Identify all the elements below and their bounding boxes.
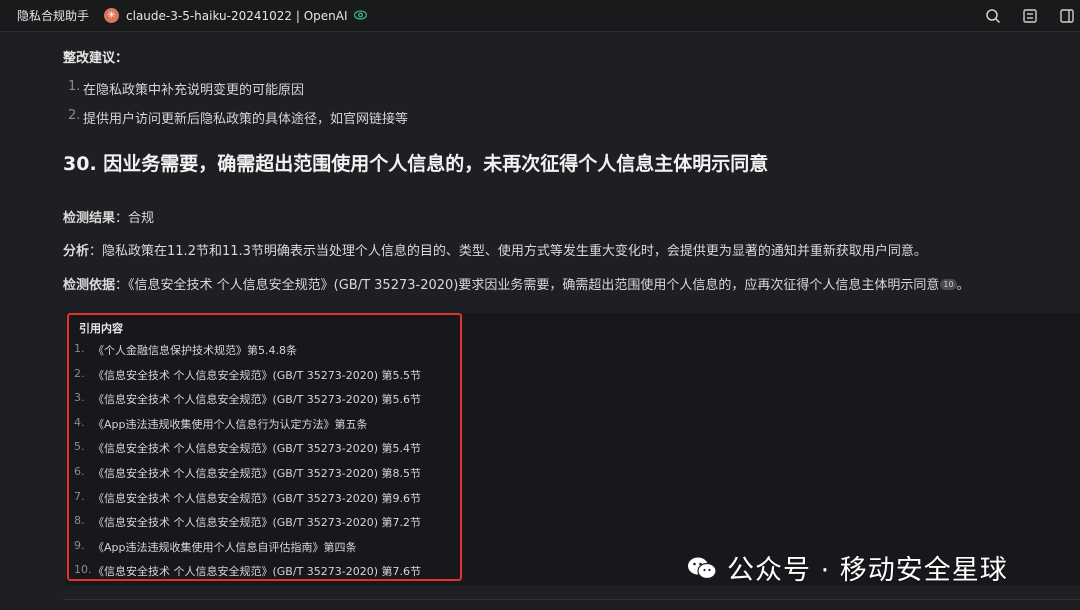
- section-heading: 30. 因业务需要，确需超出范围使用个人信息的，未再次征得个人信息主体明示同意: [63, 153, 769, 175]
- references-highlight-box: 引用内容 1. 《个人金融信息保护技术规范》第5.4.8条 2. 《信息安全技术 个…: [67, 313, 462, 581]
- result-value: ：合规: [115, 211, 155, 226]
- top-bar: 隐私合规助手 ✳ claude-3-5-haiku-20241022 | Ope…: [0, 0, 1080, 32]
- citation-badge[interactable]: 10: [940, 279, 957, 290]
- reference-item[interactable]: 4. 《App违法违规收集使用个人信息行为认定方法》第五条: [74, 416, 421, 441]
- reference-number: 3.: [74, 391, 85, 405]
- watermark: 公众号 · 移动安全星球: [687, 548, 1008, 587]
- basis-text: ：《信息安全技术 个人信息安全规范》(GB/T 35273-2020)要求因业务…: [115, 278, 940, 293]
- reference-number: 4.: [74, 415, 85, 429]
- reference-item[interactable]: 2. 《信息安全技术 个人信息安全规范》(GB/T 35273-2020) 第5.…: [74, 367, 421, 392]
- visible-eye-icon[interactable]: [353, 9, 367, 23]
- watermark-text: 公众号 · 移动安全星球: [727, 555, 1008, 586]
- reference-item[interactable]: 3. 《信息安全技术 个人信息安全规范》(GB/T 35273-2020) 第5.…: [74, 391, 421, 416]
- sidebar-icon[interactable]: [1058, 7, 1076, 25]
- reference-text: 《信息安全技术 个人信息安全规范》(GB/T 35273-2020) 第7.6节: [93, 565, 422, 579]
- reference-item[interactable]: 1. 《个人金融信息保护技术规范》第5.4.8条: [74, 342, 421, 367]
- reference-item[interactable]: 10. 《信息安全技术 个人信息安全规范》(GB/T 35273-2020) 第7…: [74, 563, 421, 588]
- references-title: 引用内容: [79, 322, 123, 335]
- analysis-label: 分析: [63, 244, 90, 259]
- reference-text: 《个人金融信息保护技术规范》第5.4.8条: [93, 344, 297, 357]
- analysis-text: ：隐私政策在11.2节和11.3节明确表示当处理个人信息的目的、类型、使用方式等…: [89, 244, 927, 259]
- reference-number: 8.: [74, 514, 85, 528]
- reference-text: 《App违法违规收集使用个人信息行为认定方法》第五条: [93, 417, 368, 431]
- reference-text: 《信息安全技术 个人信息安全规范》(GB/T 35273-2020) 第8.5节: [93, 466, 422, 480]
- reference-text: 《信息安全技术 个人信息安全规范》(GB/T 35273-2020) 第7.2节: [93, 516, 422, 530]
- reference-item[interactable]: 7. 《信息安全技术 个人信息安全规范》(GB/T 35273-2020) 第9.…: [74, 490, 421, 515]
- list-text: 在隐私政策中补充说明变更的可能原因: [83, 83, 305, 98]
- basis-label: 检测依据: [63, 278, 116, 293]
- reference-number: 1.: [74, 342, 85, 355]
- divider: [63, 599, 1080, 600]
- list-item: 1. 在隐私政策中补充说明变更的可能原因: [68, 79, 408, 108]
- reference-item[interactable]: 5. 《信息安全技术 个人信息安全规范》(GB/T 35273-2020) 第5.…: [74, 440, 421, 465]
- reference-number: 2.: [74, 366, 85, 380]
- reference-text: 《App违法违规收集使用个人信息自评估指南》第四条: [93, 540, 357, 554]
- basis-end: 。: [956, 278, 970, 293]
- suggest-list: 1. 在隐私政策中补充说明变更的可能原因 2. 提供用户访问更新后隐私政策的具体…: [68, 79, 408, 137]
- reference-text: 《信息安全技术 个人信息安全规范》(GB/T 35273-2020) 第5.4节: [93, 442, 422, 456]
- result-line: 检测结果：合规: [63, 207, 154, 226]
- app-title: 隐私合规助手: [17, 9, 90, 23]
- wechat-icon: [687, 556, 717, 580]
- reference-number: 9.: [74, 538, 85, 552]
- search-icon[interactable]: [984, 7, 1002, 25]
- analysis-line: 分析：隐私政策在11.2节和11.3节明确表示当处理个人信息的目的、类型、使用方…: [63, 240, 927, 259]
- reference-number: 10.: [74, 563, 92, 577]
- reference-number: 6.: [74, 464, 85, 478]
- references-list: 1. 《个人金融信息保护技术规范》第5.4.8条 2. 《信息安全技术 个人信息安全…: [74, 342, 421, 588]
- reference-number: 5.: [74, 440, 85, 454]
- model-logo-icon: ✳: [104, 8, 120, 23]
- reference-text: 《信息安全技术 个人信息安全规范》(GB/T 35273-2020) 第5.6节: [93, 393, 422, 407]
- basis-line: 检测依据：《信息安全技术 个人信息安全规范》(GB/T 35273-2020)要…: [63, 274, 970, 293]
- reference-item[interactable]: 9. 《App违法违规收集使用个人信息自评估指南》第四条: [74, 539, 421, 564]
- reference-item[interactable]: 6. 《信息安全技术 个人信息安全规范》(GB/T 35273-2020) 第8.…: [74, 465, 421, 490]
- reference-number: 7.: [74, 489, 85, 503]
- model-selector[interactable]: claude-3-5-haiku-20241022 | OpenAI: [126, 9, 348, 23]
- list-text: 提供用户访问更新后隐私政策的具体途径，如官网链接等: [83, 112, 409, 127]
- layout-icon[interactable]: [1021, 7, 1039, 25]
- suggest-title: 整改建议：: [63, 51, 129, 66]
- reference-text: 《信息安全技术 个人信息安全规范》(GB/T 35273-2020) 第9.6节: [93, 491, 422, 505]
- list-number: 1.: [68, 79, 81, 94]
- reference-item[interactable]: 8. 《信息安全技术 个人信息安全规范》(GB/T 35273-2020) 第7.…: [74, 514, 421, 539]
- reference-text: 《信息安全技术 个人信息安全规范》(GB/T 35273-2020) 第5.5节: [93, 368, 422, 382]
- list-item: 2. 提供用户访问更新后隐私政策的具体途径，如官网链接等: [68, 108, 408, 137]
- result-label: 检测结果: [63, 211, 116, 226]
- list-number: 2.: [68, 108, 81, 123]
